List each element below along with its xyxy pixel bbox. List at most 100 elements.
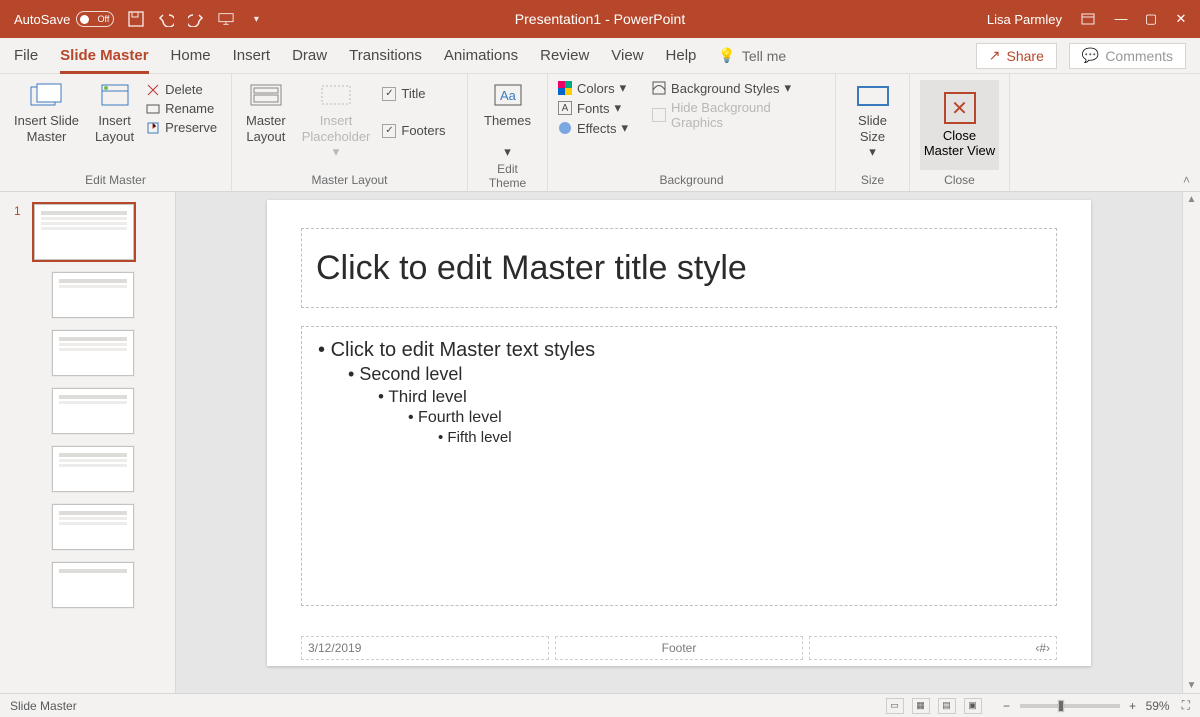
slide-master[interactable]: Click to edit Master title style Click t… bbox=[267, 200, 1091, 666]
slide-canvas[interactable]: Click to edit Master title style Click t… bbox=[176, 192, 1182, 693]
comment-icon: 💬 bbox=[1082, 47, 1099, 64]
layout-icon bbox=[97, 82, 133, 110]
comments-label: Comments bbox=[1105, 48, 1173, 64]
maximize-button[interactable]: ▢ bbox=[1144, 11, 1158, 27]
rename-button[interactable]: Rename bbox=[146, 101, 217, 116]
group-close: Close bbox=[920, 173, 999, 189]
zoom-control[interactable]: − + 59% ⛶ bbox=[1000, 698, 1190, 713]
themes-button[interactable]: Aa Themes▾ bbox=[480, 80, 535, 162]
minimize-button[interactable]: — bbox=[1114, 11, 1128, 27]
slide-size-button[interactable]: Slide Size ▾ bbox=[851, 80, 895, 162]
zoom-slider[interactable] bbox=[1020, 704, 1120, 708]
group-size: Size bbox=[846, 173, 899, 189]
slideshow-view-button[interactable]: ▣ bbox=[964, 698, 982, 714]
layout-thumbnail[interactable] bbox=[52, 388, 134, 434]
tab-transitions[interactable]: Transitions bbox=[349, 38, 422, 73]
status-mode: Slide Master bbox=[10, 699, 77, 713]
preserve-button[interactable]: Preserve bbox=[146, 120, 217, 135]
tab-home[interactable]: Home bbox=[171, 38, 211, 73]
normal-view-button[interactable]: ▭ bbox=[886, 698, 904, 714]
footer-placeholder[interactable]: Footer bbox=[555, 636, 803, 660]
save-icon[interactable] bbox=[128, 11, 144, 27]
insert-placeholder-button: Insert Placeholder ▾ bbox=[298, 80, 375, 162]
slide-master-icon bbox=[29, 82, 65, 110]
delete-button[interactable]: Delete bbox=[146, 82, 217, 97]
group-edit-theme: Edit Theme bbox=[478, 162, 537, 192]
themes-icon: Aa bbox=[490, 82, 526, 110]
master-thumbnail[interactable] bbox=[34, 204, 134, 260]
master-layout-button[interactable]: Master Layout bbox=[242, 80, 290, 146]
tab-view[interactable]: View bbox=[611, 38, 643, 73]
user-name[interactable]: Lisa Parmley bbox=[987, 12, 1062, 27]
undo-icon[interactable] bbox=[158, 11, 174, 27]
ribbon-tabs: File Slide Master Home Insert Draw Trans… bbox=[0, 38, 1200, 74]
zoom-out-button[interactable]: − bbox=[1000, 699, 1014, 713]
share-button[interactable]: ↗ Share bbox=[976, 43, 1057, 69]
thumbnail-pane[interactable]: 1 bbox=[0, 192, 176, 693]
scroll-up-icon[interactable]: ▲ bbox=[1183, 194, 1200, 205]
zoom-value: 59% bbox=[1146, 699, 1170, 713]
title-checkbox[interactable]: ✓Title bbox=[382, 86, 445, 101]
share-label: Share bbox=[1007, 48, 1044, 64]
tab-slide-master[interactable]: Slide Master bbox=[60, 38, 148, 73]
slide-size-icon bbox=[855, 82, 891, 110]
document-title: Presentation1 - PowerPoint bbox=[515, 11, 685, 27]
autosave-label: AutoSave bbox=[14, 12, 70, 27]
svg-text:Aa: Aa bbox=[500, 88, 517, 103]
autosave-toggle[interactable]: AutoSave Off bbox=[14, 11, 114, 27]
fit-to-window-button[interactable]: ⛶ bbox=[1182, 698, 1190, 713]
tell-me-label: Tell me bbox=[742, 48, 786, 64]
ribbon-options-icon[interactable] bbox=[1080, 11, 1096, 27]
tab-animations[interactable]: Animations bbox=[444, 38, 518, 73]
layout-thumbnail[interactable] bbox=[52, 272, 134, 318]
lightbulb-icon: 💡 bbox=[718, 47, 735, 64]
placeholder-icon bbox=[318, 82, 354, 110]
close-x-icon: ✕ bbox=[944, 92, 976, 124]
fonts-button[interactable]: AFonts ▾ bbox=[558, 100, 628, 116]
layout-thumbnail[interactable] bbox=[52, 446, 134, 492]
close-master-view-button[interactable]: ✕ Close Master View bbox=[920, 80, 999, 170]
ribbon: Insert Slide Master Insert Layout Delete… bbox=[0, 74, 1200, 192]
effects-button[interactable]: Effects ▾ bbox=[558, 120, 628, 136]
tab-draw[interactable]: Draw bbox=[292, 38, 327, 73]
status-bar: Slide Master ▭ ▦ ▤ ▣ − + 59% ⛶ bbox=[0, 693, 1200, 717]
work-area: 1 Click to edit Master title style Click… bbox=[0, 192, 1200, 693]
share-icon: ↗ bbox=[989, 47, 1001, 64]
present-icon[interactable] bbox=[218, 11, 234, 27]
sorter-view-button[interactable]: ▦ bbox=[912, 698, 930, 714]
background-styles-button[interactable]: Background Styles ▾ bbox=[652, 80, 825, 96]
insert-layout-button[interactable]: Insert Layout bbox=[91, 80, 138, 146]
layout-thumbnail[interactable] bbox=[52, 562, 134, 608]
autosave-state: Off bbox=[98, 14, 110, 24]
comments-button[interactable]: 💬 Comments bbox=[1069, 43, 1186, 69]
group-edit-master: Edit Master bbox=[10, 173, 221, 189]
tab-review[interactable]: Review bbox=[540, 38, 589, 73]
footers-checkbox[interactable]: ✓Footers bbox=[382, 123, 445, 138]
close-window-button[interactable]: ✕ bbox=[1174, 11, 1188, 27]
date-placeholder[interactable]: 3/12/2019 bbox=[301, 636, 549, 660]
insert-slide-master-button[interactable]: Insert Slide Master bbox=[10, 80, 83, 146]
title-bar: AutoSave Off ▾ Presentation1 - PowerPoin… bbox=[0, 0, 1200, 38]
zoom-in-button[interactable]: + bbox=[1126, 699, 1140, 713]
colors-button[interactable]: Colors ▾ bbox=[558, 80, 628, 96]
title-placeholder[interactable]: Click to edit Master title style bbox=[301, 228, 1057, 308]
master-layout-icon bbox=[248, 82, 284, 110]
layout-thumbnail[interactable] bbox=[52, 330, 134, 376]
reading-view-button[interactable]: ▤ bbox=[938, 698, 956, 714]
tab-file[interactable]: File bbox=[14, 38, 38, 73]
hide-background-checkbox: Hide Background Graphics bbox=[652, 100, 825, 130]
group-master-layout: Master Layout bbox=[242, 173, 457, 189]
vertical-scrollbar[interactable]: ▲ ▼ bbox=[1182, 192, 1200, 693]
layout-thumbnail[interactable] bbox=[52, 504, 134, 550]
scroll-down-icon[interactable]: ▼ bbox=[1183, 680, 1200, 691]
body-placeholder[interactable]: Click to edit Master text styles Second … bbox=[301, 326, 1057, 606]
collapse-ribbon-icon[interactable]: ˄ bbox=[1183, 173, 1190, 187]
slide-number-placeholder[interactable]: ‹#› bbox=[809, 636, 1057, 660]
tab-insert[interactable]: Insert bbox=[233, 38, 271, 73]
tab-help[interactable]: Help bbox=[666, 38, 697, 73]
qat-dropdown-icon[interactable]: ▾ bbox=[248, 11, 264, 27]
thumb-number: 1 bbox=[14, 204, 21, 218]
tell-me-search[interactable]: 💡 Tell me bbox=[718, 47, 786, 64]
redo-icon[interactable] bbox=[188, 11, 204, 27]
group-background: Background bbox=[558, 173, 825, 189]
